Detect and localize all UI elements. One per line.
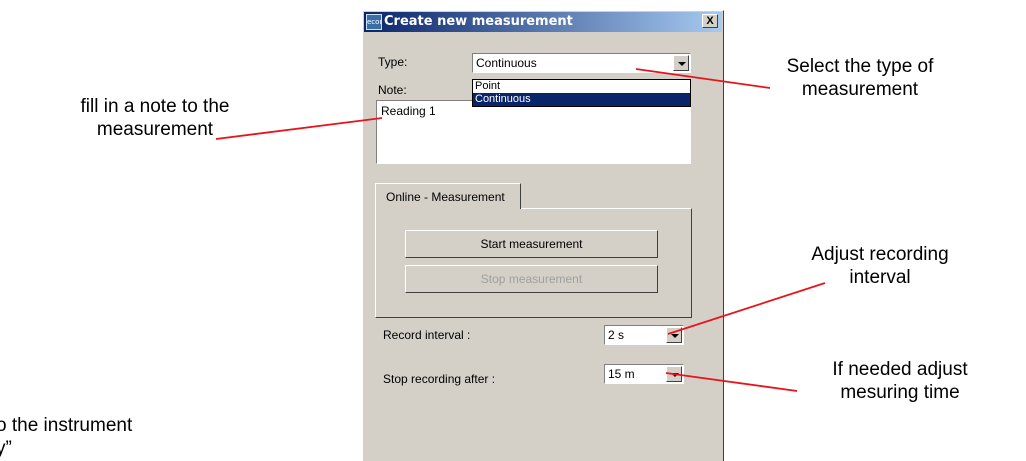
record-interval-select[interactable]: 2 s (604, 325, 684, 345)
annotation-note-line1: fill in a note to the (80, 96, 230, 117)
annotation-bottom-left: o the instrument y” (0, 414, 132, 460)
stop-after-select[interactable]: 15 m (604, 364, 684, 384)
annotation-bottom-left-line1: o the instrument (0, 415, 133, 436)
chevron-down-icon[interactable] (673, 55, 689, 71)
annotation-interval-line1: Adjust recording (811, 244, 949, 265)
note-value: Reading 1 (381, 104, 436, 118)
start-measurement-button[interactable]: Start measurement (405, 230, 658, 258)
annotation-interval: Adjust recording interval (790, 243, 970, 289)
app-icon: econ (366, 14, 382, 30)
annotation-note-line2: measurement (96, 119, 214, 140)
type-label: Type: (378, 55, 408, 69)
type-select[interactable]: Continuous (472, 53, 691, 73)
tab-panel: Start measurement Stop measurement (375, 208, 692, 318)
stop-after-label: Stop recording after : (383, 372, 496, 386)
tab-label: Online - Measurement (386, 190, 505, 204)
type-select-value: Continuous (476, 56, 537, 70)
close-button[interactable]: X (702, 14, 718, 28)
annotation-time-line2: mesuring time (840, 382, 960, 403)
annotation-note: fill in a note to the measurement (60, 95, 250, 141)
annotation-time-line1: If needed adjust (832, 359, 968, 380)
chevron-down-icon[interactable] (666, 366, 682, 382)
create-measurement-dialog: econ Create new measurement X Type: Cont… (362, 10, 724, 461)
tab-online-measurement[interactable]: Online - Measurement (375, 183, 521, 209)
dialog-title: Create new measurement (384, 14, 573, 29)
type-dropdown-list[interactable]: Point Continuous (472, 79, 691, 107)
note-textarea[interactable]: Reading 1 (376, 100, 691, 164)
annotation-type-line2: measurement (801, 79, 919, 100)
type-option-point[interactable]: Point (473, 80, 690, 93)
record-interval-value: 2 s (608, 328, 625, 342)
note-label: Note: (378, 83, 407, 97)
annotation-time: If needed adjust mesuring time (810, 358, 990, 404)
stop-after-value: 15 m (608, 367, 635, 381)
annotation-type: Select the type of measurement (760, 55, 960, 101)
record-interval-label: Record interval : (383, 328, 471, 342)
chevron-down-icon[interactable] (666, 327, 682, 343)
stop-measurement-button[interactable]: Stop measurement (405, 265, 658, 293)
annotation-type-line1: Select the type of (786, 56, 934, 77)
type-option-continuous[interactable]: Continuous (473, 93, 690, 106)
annotation-interval-line2: interval (849, 267, 911, 288)
title-bar[interactable]: econ Create new measurement X (364, 12, 722, 32)
annotation-bottom-left-line2: y” (0, 438, 12, 459)
